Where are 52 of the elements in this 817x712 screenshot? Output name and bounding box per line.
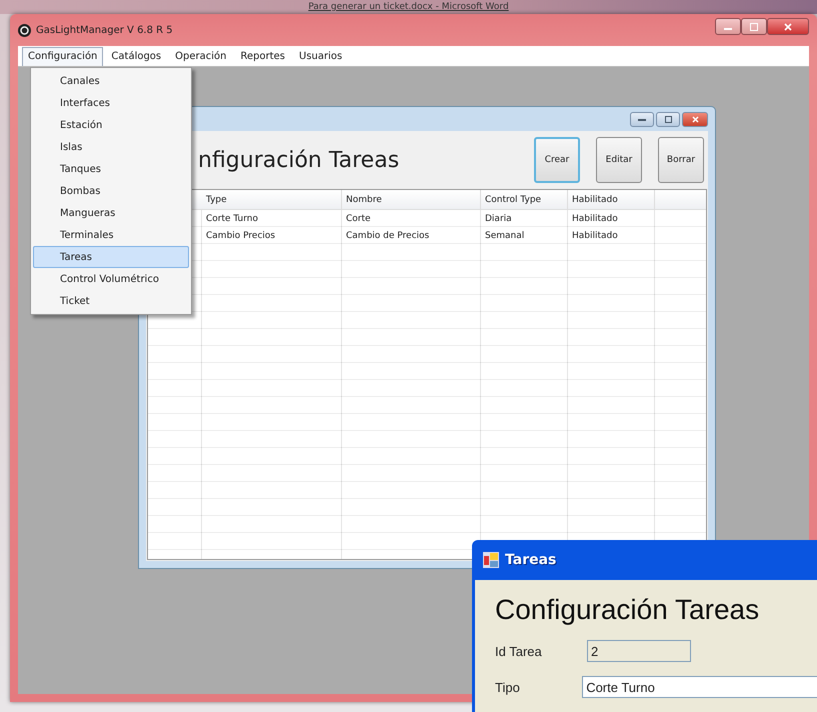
menu-item[interactable]: Tanques — [33, 158, 189, 180]
menu-item[interactable]: Usuarios — [293, 46, 348, 66]
menu-item[interactable]: Mangueras — [33, 202, 189, 224]
action-button[interactable]: Borrar — [658, 137, 704, 183]
action-button[interactable]: Editar — [596, 137, 642, 183]
window-title: GasLightManager V 6.8 R 5 — [36, 24, 173, 36]
menu-item[interactable]: Canales — [33, 70, 189, 92]
table-cell-text: Corte Turno — [205, 212, 260, 226]
window-icon — [483, 552, 499, 568]
column-header[interactable]: Control Type — [481, 190, 568, 209]
menu-item[interactable]: Operación — [169, 46, 232, 66]
window-title: Tareas — [505, 552, 556, 568]
menu-item[interactable]: Configuración — [22, 46, 104, 66]
maximize-icon — [664, 116, 672, 122]
table-cell-text: Semanal — [484, 230, 526, 242]
menu-item[interactable]: Control Volumétrico — [33, 268, 189, 290]
minimize-button[interactable] — [715, 18, 741, 35]
maximize-button[interactable] — [656, 112, 680, 126]
field-label: Id Tarea — [495, 644, 543, 658]
column-header[interactable]: Habilitado — [568, 190, 655, 209]
menu-item[interactable]: Terminales — [33, 224, 189, 246]
field-label: Tipo — [495, 680, 521, 694]
maximize-button[interactable] — [741, 18, 767, 35]
table-cell-text: Habilitado — [571, 212, 619, 226]
action-button[interactable]: Crear — [534, 137, 580, 183]
menu-item[interactable]: Estación — [33, 114, 189, 136]
maximize-icon — [750, 22, 758, 30]
close-button[interactable] — [682, 112, 708, 126]
menu-item[interactable]: Catálogos — [105, 46, 168, 66]
menu-item[interactable]: Ticket — [33, 290, 189, 312]
form-heading: nfiguración Tareas — [198, 148, 400, 172]
input-field[interactable]: Corte Turno — [582, 676, 817, 698]
window-title: Para generar un ticket.docx - Microsoft Word — [308, 1, 509, 14]
column-header[interactable]: Nombre — [342, 190, 481, 209]
close-button[interactable] — [767, 18, 809, 35]
column-header[interactable]: Type — [202, 190, 342, 209]
menu-item[interactable]: Reportes — [234, 46, 291, 66]
menu-item[interactable]: Islas — [33, 136, 189, 158]
table-cell-text: Diaria — [484, 212, 513, 226]
minimize-icon — [638, 116, 646, 122]
close-icon — [692, 116, 698, 122]
app-logo-icon — [18, 24, 31, 36]
table-cell-text: Cambio Precios — [205, 230, 276, 242]
table-cell-text: Corte — [345, 212, 372, 226]
menu-item[interactable]: Interfaces — [33, 92, 189, 114]
table-cell-text: Cambio de Precios — [345, 230, 430, 242]
menu-item[interactable]: Tareas — [33, 246, 189, 268]
menu-item[interactable]: Bombas — [33, 180, 189, 202]
close-icon — [784, 22, 792, 30]
table-cell-text: Habilitado — [571, 230, 619, 242]
form-heading: Configuración Tareas — [495, 594, 760, 626]
minimize-button[interactable] — [630, 112, 654, 126]
